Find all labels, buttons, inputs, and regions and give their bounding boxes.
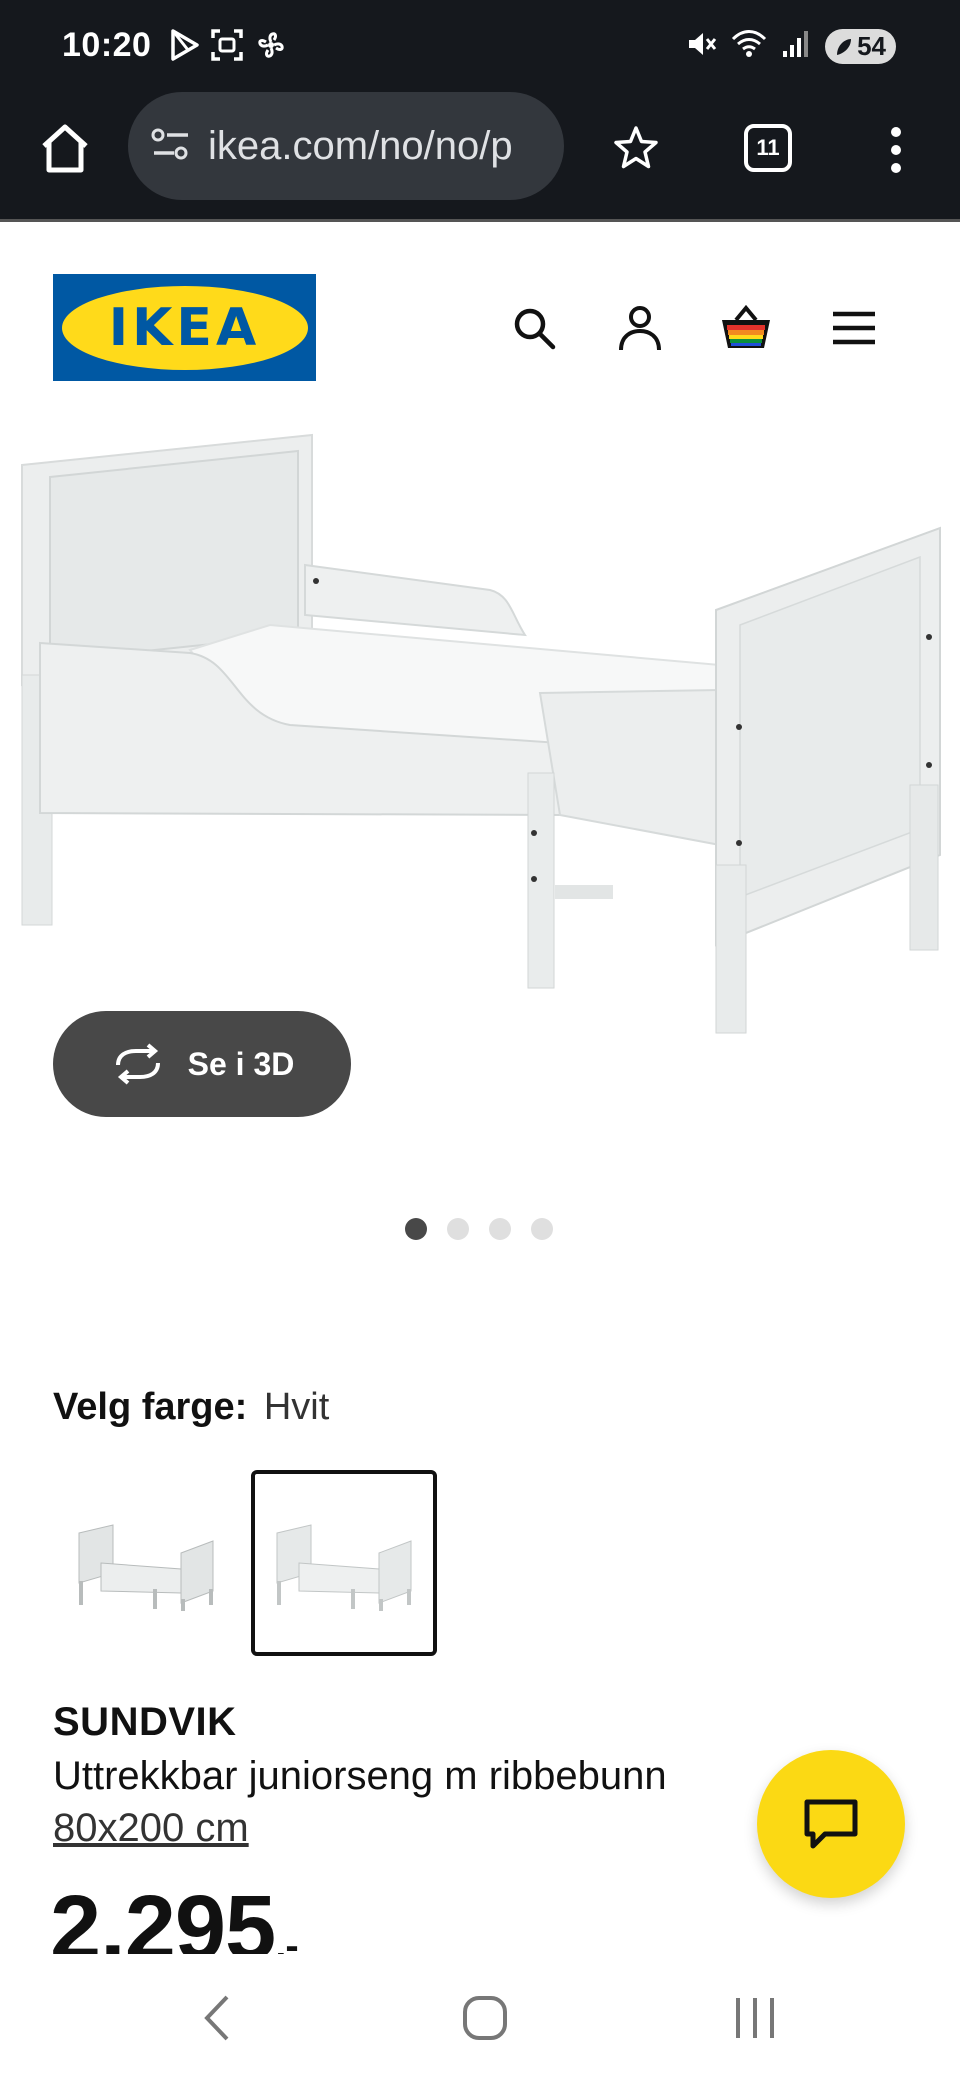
site-info-icon[interactable] [150,126,192,167]
product-price: 2.295,- [50,1876,298,1954]
tab-switcher-button[interactable]: 11 [744,124,792,172]
status-icons-left [170,28,288,67]
swatch-thumbnail [276,1524,412,1611]
chat-icon [804,1799,858,1849]
bed-illustration [0,425,960,1065]
color-swatch-1[interactable] [53,1470,239,1656]
product-description: Uttrekkbar juniorseng m ribbebunn [53,1754,667,1798]
battery-icon: 54 [825,29,896,64]
pinwheel-icon [254,28,288,67]
menu-button[interactable] [826,300,882,356]
home-icon [42,124,88,173]
carousel-dots [405,1218,553,1240]
logo-oval: IKEA [61,285,308,370]
nav-recents-button[interactable] [720,1986,790,2050]
wifi-icon [731,29,767,64]
mute-icon [685,28,717,65]
carousel-dot-1[interactable] [405,1218,427,1240]
status-time: 10:20 [62,26,152,64]
back-icon [204,1995,229,2041]
hamburger-menu-icon [833,311,875,345]
address-bar[interactable]: ikea.com/no/no/p [128,92,564,200]
view-in-3d-label: Se i 3D [187,1045,295,1082]
cart-icon [722,304,770,348]
view-in-3d-button[interactable]: Se i 3D [53,1011,351,1117]
more-vertical-icon [891,127,901,173]
browser-menu-button[interactable] [876,120,916,180]
color-swatch-2[interactable] [251,1470,437,1656]
price-suffix: ,- [275,1924,298,1954]
status-icons-right: 54 [685,28,896,65]
browser-toolbar: ikea.com/no/no/p 11 [0,92,960,222]
swatch-thumbnail [78,1524,214,1611]
logo-text: IKEA [108,297,261,358]
product-image[interactable] [0,425,960,1065]
screenshot-icon [210,28,244,67]
android-nav-bar [0,1956,960,2080]
color-selector-label: Velg farge: Hvit [53,1386,329,1429]
nav-home-button[interactable] [450,1986,520,2050]
home-button[interactable] [36,120,94,178]
price-amount: 2.295 [50,1877,276,1954]
carousel-dot-3[interactable] [489,1218,511,1240]
bookmark-button[interactable] [608,120,664,176]
search-button[interactable] [506,300,562,356]
search-icon [514,308,556,350]
chat-button[interactable] [757,1750,905,1898]
product-name: SUNDVIK [53,1700,237,1744]
carousel-dot-2[interactable] [447,1218,469,1240]
cart-button[interactable] [718,300,774,356]
play-store-icon [170,28,200,67]
nav-back-button[interactable] [182,1986,252,2050]
ikea-logo[interactable]: IKEA [53,274,316,381]
signal-icon [781,29,811,64]
star-icon [614,126,658,169]
product-size-link[interactable]: 80x200 cm [53,1806,249,1851]
site-header: IKEA [0,222,960,402]
battery-level: 54 [857,31,886,61]
account-icon [619,306,661,351]
account-button[interactable] [612,300,668,356]
carousel-dot-4[interactable] [531,1218,553,1240]
url-text: ikea.com/no/no/p [208,123,513,168]
home-circle-icon [463,1996,507,2040]
color-value: Hvit [263,1386,330,1428]
recents-icon [736,1998,774,2038]
color-label: Velg farge: [53,1386,248,1428]
status-bar: 10:20 54 [0,0,960,92]
rotate-3d-icon [115,1043,160,1085]
